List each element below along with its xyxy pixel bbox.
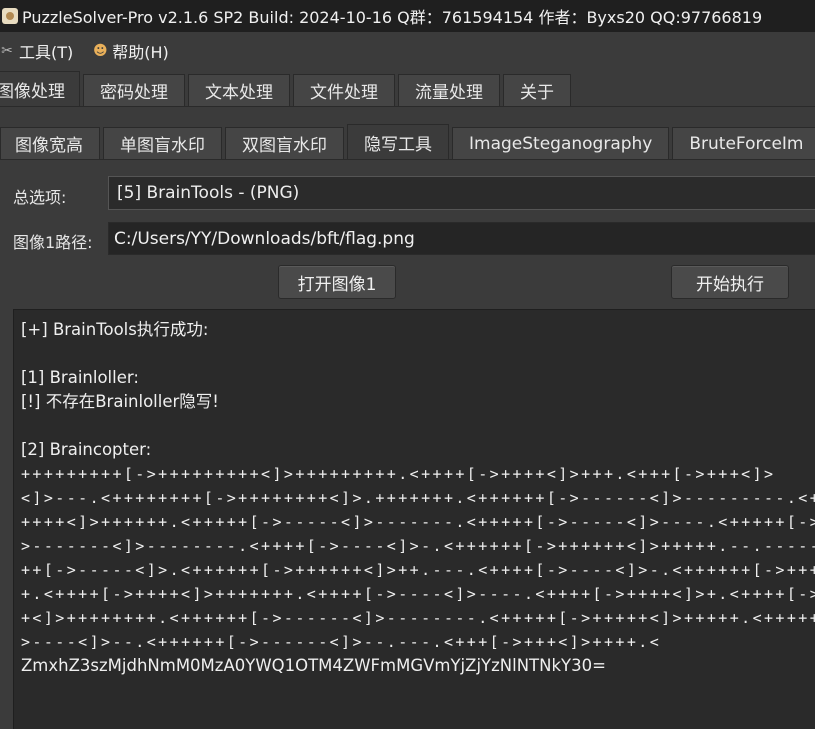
options-selected-value: [5] BrainTools - (PNG) — [117, 183, 300, 203]
output-line: +++++++++[->+++++++++<]>+++++++++.<++++[… — [21, 465, 776, 483]
output-line: [1] Brainloller: — [21, 368, 139, 387]
title-bar: PuzzleSolver-Pro v2.1.6 SP2 Build: 2024-… — [0, 0, 815, 32]
output-line: <]>---.<++++++++[->++++++++<]>.+++++++.<… — [21, 489, 815, 507]
image-path-label: 图像1路径: — [13, 233, 93, 252]
subtab-single-watermark[interactable]: 单图盲水印 — [103, 127, 222, 159]
image-path-value: C:/Users/YY/Downloads/bft/flag.png — [114, 228, 415, 249]
start-button[interactable]: 开始执行 — [671, 265, 789, 299]
image-path-input[interactable]: C:/Users/YY/Downloads/bft/flag.png — [108, 222, 815, 255]
output-line: ++++<]>++++++.<+++++[->-----<]>-------.<… — [21, 513, 815, 531]
menu-help[interactable]: ☻ 帮助(H) — [91, 35, 169, 67]
subtab-image-steganography[interactable]: ImageSteganography — [452, 127, 670, 159]
menu-tools[interactable]: ✂ 工具(T) — [0, 35, 73, 67]
open-image-button[interactable]: 打开图像1 — [278, 265, 396, 299]
app-icon — [2, 8, 18, 24]
help-icon: ☻ — [92, 43, 108, 59]
tab-about[interactable]: 关于 — [503, 74, 571, 106]
options-select[interactable]: [5] BrainTools - (PNG) — [108, 176, 815, 210]
tab-crypto[interactable]: 密码处理 — [83, 74, 185, 106]
menu-tools-label: 工具(T) — [19, 43, 74, 62]
tab-image-processing[interactable]: 图像处理 — [0, 71, 80, 106]
tab-traffic[interactable]: 流量处理 — [398, 74, 500, 106]
output-line: >----<]>--.<++++++[->------<]>--.---.<++… — [21, 633, 662, 651]
output-line: +<]>++++++++.<++++++[->------<]>--------… — [21, 609, 815, 627]
subtab-stego-tools[interactable]: 隐写工具 — [347, 124, 449, 159]
output-line: ++[->-----<]>.<++++++[->++++++<]>++.---.… — [21, 561, 815, 579]
output-line: +.<++++[->++++<]>+++++++.<++++[->----<]>… — [21, 585, 815, 603]
subtab-bruteforce[interactable]: BruteForceIm — [672, 127, 815, 159]
menu-help-label: 帮助(H) — [112, 43, 169, 62]
options-label: 总选项: — [13, 188, 67, 207]
subtab-dual-watermark[interactable]: 双图盲水印 — [225, 127, 344, 159]
output-line: >-------<]>--------.<++++[->----<]>-.<++… — [21, 537, 815, 555]
output-textarea[interactable]: [+] BrainTools执行成功: [1] Brainloller: [!]… — [13, 309, 815, 729]
output-line: [2] Braincopter: — [21, 440, 152, 459]
output-line: [+] BrainTools执行成功: — [21, 320, 209, 339]
tools-icon: ✂ — [1, 43, 13, 59]
sub-tab-bar: 图像宽高 单图盲水印 双图盲水印 隐写工具 ImageSteganography… — [0, 123, 815, 160]
output-line: ZmxhZ3szMjdhNmM0MzA0YWQ1OTM4ZWFmMGVmYjZj… — [21, 656, 606, 675]
window-title: PuzzleSolver-Pro v2.1.6 SP2 Build: 2024-… — [22, 8, 763, 27]
main-tab-bar: 图像处理 密码处理 文本处理 文件处理 流量处理 关于 — [0, 70, 815, 107]
output-line: [!] 不存在Brainloller隐写! — [21, 392, 219, 411]
menu-bar: ✂ 工具(T) ☻ 帮助(H) — [0, 34, 815, 68]
tab-text[interactable]: 文本处理 — [188, 74, 290, 106]
tab-file[interactable]: 文件处理 — [293, 74, 395, 106]
subtab-image-size[interactable]: 图像宽高 — [0, 127, 100, 159]
